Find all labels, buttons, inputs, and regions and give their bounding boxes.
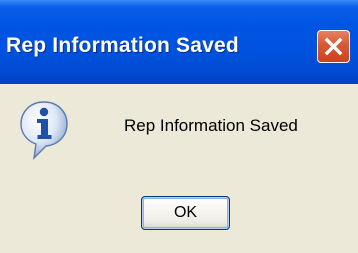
close-button[interactable] [317, 30, 350, 63]
ok-button[interactable]: OK [141, 196, 230, 230]
information-icon [20, 101, 68, 160]
close-icon [324, 37, 343, 56]
dialog-message: Rep Information Saved [124, 116, 298, 135]
message-dialog: Rep Information Saved Rep Information Sa… [0, 0, 358, 253]
title-bar[interactable]: Rep Information Saved [0, 0, 358, 84]
dialog-title: Rep Information Saved [6, 34, 239, 57]
